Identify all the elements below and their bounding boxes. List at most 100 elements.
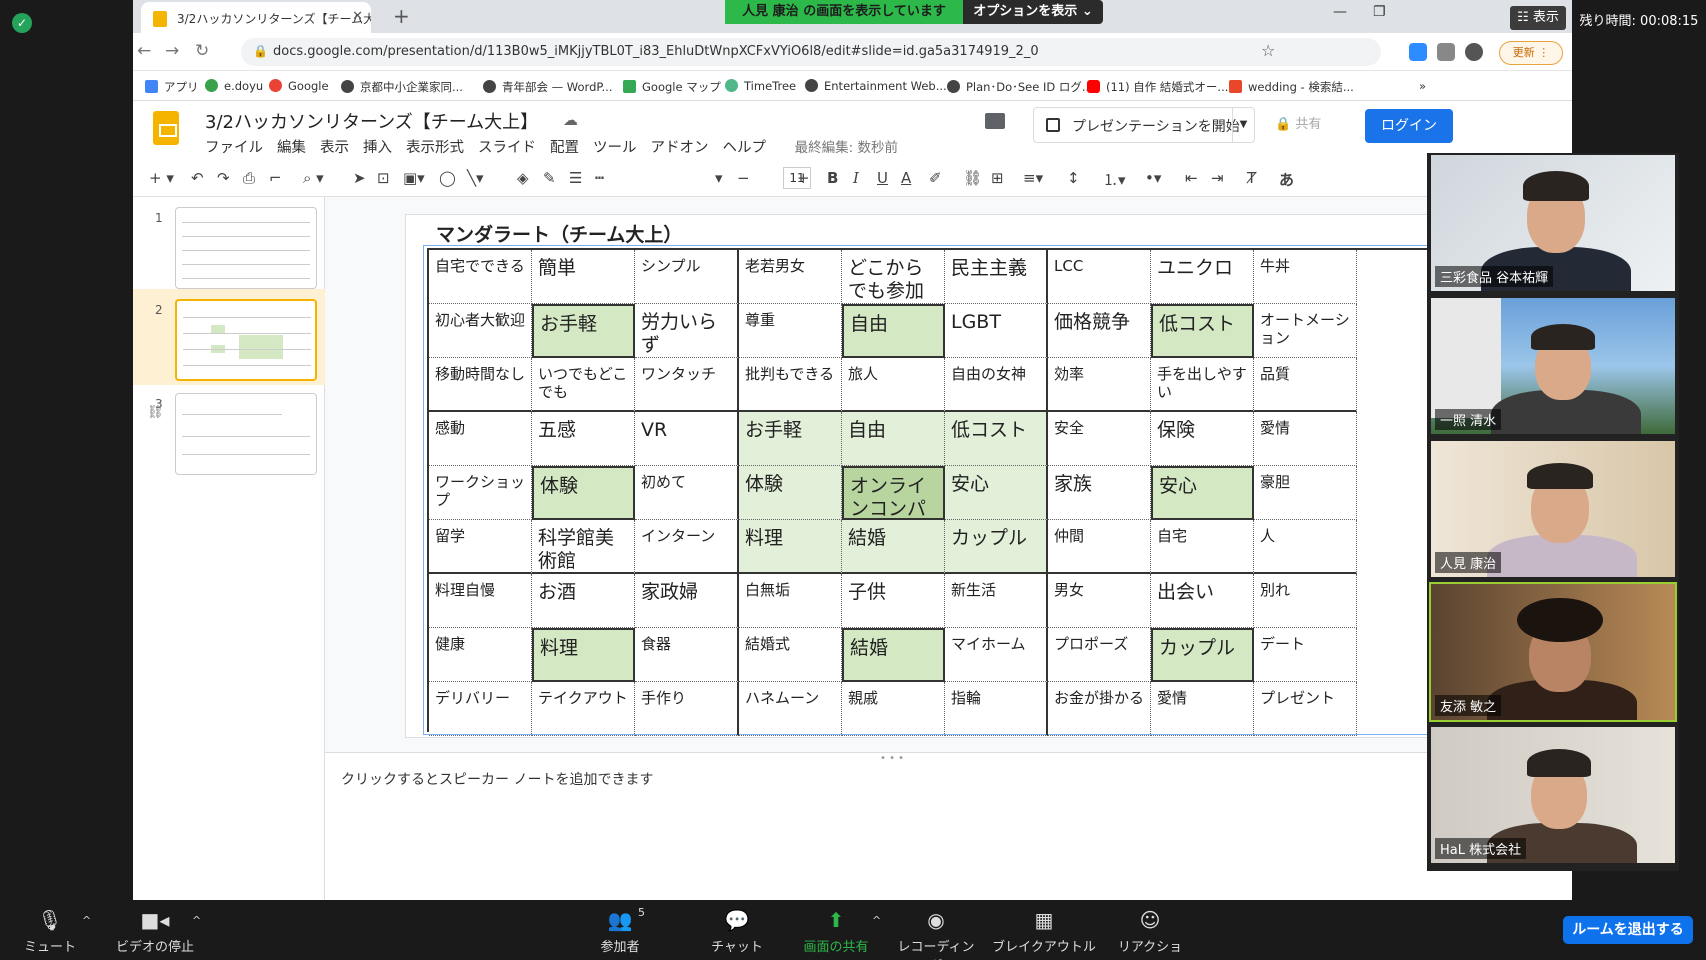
mandala-cell[interactable]: ワークショップ: [429, 466, 532, 520]
bookmark-item[interactable]: wedding - 検索結...: [1229, 79, 1354, 95]
present-button[interactable]: プレゼンテーションを開始 ▼: [1033, 107, 1255, 143]
mandala-cell[interactable]: 効率: [1048, 358, 1151, 412]
mandala-cell[interactable]: 初心者大歓迎: [429, 304, 532, 358]
mandala-cell[interactable]: カップル: [945, 520, 1048, 574]
line-icon[interactable]: ╲▾: [467, 169, 484, 187]
mandala-cell[interactable]: インターン: [635, 520, 739, 574]
font-size-decrease-icon[interactable]: −: [737, 169, 750, 187]
zoom-icon[interactable]: ⌕ ▾: [303, 169, 324, 187]
mandala-cell[interactable]: カップル: [1151, 628, 1254, 682]
mandala-cell[interactable]: LCC: [1048, 250, 1151, 304]
mandala-cell[interactable]: ユニクロ: [1151, 250, 1254, 304]
mandala-cell[interactable]: 体験: [739, 466, 842, 520]
mandala-cell[interactable]: デリバリー: [429, 682, 532, 736]
bookmark-item[interactable]: Google: [269, 79, 329, 93]
update-button[interactable]: 更新 ⋮: [1499, 41, 1563, 65]
add-comment-icon[interactable]: ⊞: [991, 169, 1004, 187]
link-icon[interactable]: ⛓: [963, 169, 982, 187]
bookmark-item[interactable]: 青年部会 — WordP...: [483, 79, 612, 95]
mandala-cell[interactable]: ワンタッチ: [635, 358, 739, 412]
mandala-cell[interactable]: 五感: [532, 412, 635, 466]
more-bookmarks-icon[interactable]: »: [1419, 79, 1426, 93]
bookmark-item[interactable]: Entertainment Web...: [805, 79, 947, 93]
mandala-cell[interactable]: 留学: [429, 520, 532, 574]
mandala-cell[interactable]: 簡単: [532, 250, 635, 304]
slide-thumbnail[interactable]: [175, 207, 317, 289]
bookmark-item[interactable]: e.doyu: [205, 79, 263, 93]
back-icon[interactable]: ←: [137, 41, 151, 61]
menu-file[interactable]: ファイル: [205, 140, 263, 156]
zoom-extension-icon[interactable]: [1409, 43, 1427, 61]
bookmark-item[interactable]: Google マップ: [623, 79, 721, 95]
mandala-cell[interactable]: デート: [1254, 628, 1357, 682]
slide-title[interactable]: マンダラート（チーム大上）: [436, 220, 682, 247]
redo-icon[interactable]: ↷: [217, 169, 230, 187]
mandala-cell[interactable]: 料理: [739, 520, 842, 574]
italic-icon[interactable]: I: [853, 169, 859, 187]
mandala-cell[interactable]: 豪胆: [1254, 466, 1357, 520]
mandala-cell[interactable]: 初めて: [635, 466, 739, 520]
mandala-cell[interactable]: 料理: [532, 628, 635, 682]
menu-arrange[interactable]: 配置: [550, 140, 579, 156]
profile-avatar-icon[interactable]: [1465, 43, 1483, 61]
present-dropdown-icon[interactable]: ▼: [1232, 108, 1254, 142]
bold-icon[interactable]: B: [827, 169, 838, 187]
minimize-icon[interactable]: —: [1333, 4, 1347, 20]
mandala-cell[interactable]: 白無垢: [739, 574, 842, 628]
mandala-cell[interactable]: 牛丼: [1254, 250, 1357, 304]
slide-thumb-3[interactable]: 3: [133, 383, 325, 475]
highlight-icon[interactable]: ✐: [929, 169, 942, 187]
mandala-cell[interactable]: 安全: [1048, 412, 1151, 466]
mandala-cell[interactable]: いつでもどこでも: [532, 358, 635, 412]
slide-thumbnail[interactable]: [175, 393, 317, 475]
decrease-indent-icon[interactable]: ⇤: [1185, 169, 1198, 187]
menu-view[interactable]: 表示: [320, 140, 349, 156]
border-weight-icon[interactable]: ☰: [569, 169, 582, 187]
mandala-cell[interactable]: マイホーム: [945, 628, 1048, 682]
mandala-cell[interactable]: VR: [635, 412, 739, 466]
audio-options-caret-icon[interactable]: ^: [82, 914, 91, 927]
view-button[interactable]: ☷ 表示: [1510, 6, 1566, 30]
fill-color-icon[interactable]: ◈: [517, 169, 529, 187]
forward-icon[interactable]: →: [165, 41, 179, 61]
breakout-rooms-button[interactable]: ▦ ブレイクアウトルーム: [988, 908, 1100, 960]
image-icon[interactable]: ▣▾: [403, 169, 425, 187]
speaker-notes-placeholder[interactable]: クリックするとスピーカー ノートを追加できます: [341, 769, 653, 789]
stop-video-button[interactable]: ■◂ ビデオの停止: [110, 908, 200, 955]
mandala-cell[interactable]: 科学館美術館: [532, 520, 635, 574]
select-cursor-icon[interactable]: ➤: [353, 169, 366, 187]
mandala-cell[interactable]: 保険: [1151, 412, 1254, 466]
reload-icon[interactable]: ↻: [195, 41, 209, 61]
mandala-cell[interactable]: 安心: [945, 466, 1048, 520]
mandala-cell[interactable]: 人: [1254, 520, 1357, 574]
bookmark-item[interactable]: (11) 自作 結婚式オー...: [1087, 79, 1228, 95]
mandala-cell[interactable]: 家族: [1048, 466, 1151, 520]
mandala-cell[interactable]: 老若男女: [739, 250, 842, 304]
mandala-cell[interactable]: 低コスト: [1151, 304, 1254, 358]
video-tile-active-speaker[interactable]: 友添 敏之: [1429, 582, 1677, 722]
mandala-cell[interactable]: 子供: [842, 574, 945, 628]
mandala-cell[interactable]: 民主主義: [945, 250, 1048, 304]
record-button[interactable]: ◉ レコーディング: [896, 908, 976, 960]
bookmark-star-icon[interactable]: ☆: [1261, 41, 1275, 60]
mandala-cell[interactable]: 結婚式: [739, 628, 842, 682]
video-tile[interactable]: 人見 康治: [1429, 439, 1677, 579]
mandala-cell[interactable]: 結婚: [842, 520, 945, 574]
slide-thumb-1[interactable]: 1: [133, 197, 325, 289]
undo-icon[interactable]: ↶: [191, 169, 204, 187]
mandala-cell[interactable]: 家政婦: [635, 574, 739, 628]
reactions-button[interactable]: ☺ リアクション: [1112, 908, 1188, 960]
mandala-cell[interactable]: どこからでも参加: [842, 250, 945, 304]
menu-insert[interactable]: 挿入: [363, 140, 392, 156]
mandala-cell[interactable]: 自宅: [1151, 520, 1254, 574]
mandala-cell[interactable]: 結婚: [842, 628, 945, 682]
mandala-cell[interactable]: シンプル: [635, 250, 739, 304]
url-field[interactable]: 🔒 docs.google.com/presentation/d/113B0w5…: [241, 38, 1381, 66]
underline-icon[interactable]: U: [877, 169, 888, 187]
mandala-cell[interactable]: 旅人: [842, 358, 945, 412]
document-title[interactable]: 3/2ハッカソンリターンズ【チーム大上】: [205, 108, 538, 134]
line-spacing-icon[interactable]: ↕: [1067, 169, 1080, 187]
slide-canvas[interactable]: マンダラート（チーム大上） 自宅でできる 簡単 シンプル 老若男女 どこからでも参加 民主…: [405, 214, 1572, 738]
share-button[interactable]: 🔒 共有: [1275, 113, 1321, 132]
mandala-cell[interactable]: 別れ: [1254, 574, 1357, 628]
